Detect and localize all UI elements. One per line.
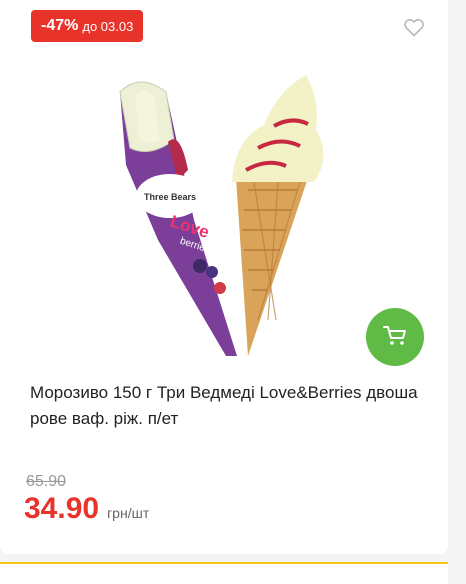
discount-percent: -47% — [41, 17, 79, 34]
discount-badge: -47% до 03.03 — [31, 10, 144, 42]
current-price: 34.90 — [24, 492, 100, 525]
price-unit: грн/шт — [107, 505, 150, 521]
product-card[interactable]: -47% до 03.03 Three Bears Love berries М… — [0, 0, 448, 554]
next-card-edge — [0, 562, 448, 584]
product-title[interactable]: Морозиво 150 г Три Ведмеді Love&Berries … — [30, 380, 422, 432]
cart-icon — [382, 323, 408, 352]
add-to-cart-button[interactable] — [366, 308, 424, 366]
discount-until: до 03.03 — [82, 18, 134, 34]
price-row: 34.90 грн/шт — [24, 492, 149, 526]
product-image[interactable]: Three Bears Love berries — [108, 70, 338, 365]
old-price: 65.90 — [26, 473, 67, 490]
heart-outline-icon[interactable] — [402, 15, 426, 39]
package-brand-label: Three Bears — [144, 192, 196, 202]
